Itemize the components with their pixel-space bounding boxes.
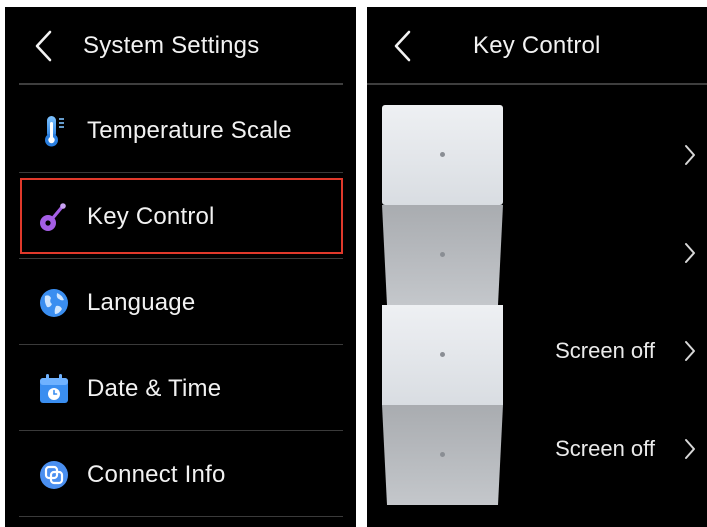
page-title: Key Control bbox=[473, 32, 601, 59]
system-settings-header: System Settings bbox=[5, 7, 356, 87]
thermometer-icon bbox=[45, 116, 64, 147]
calendar-clock-icon bbox=[40, 374, 68, 403]
page-title: System Settings bbox=[83, 32, 260, 59]
chevron-right-icon bbox=[685, 145, 695, 165]
menu-item-language[interactable]: Language bbox=[19, 259, 343, 345]
system-settings-screen: System Settings Temperature Scale Key Co… bbox=[5, 7, 356, 527]
header-divider bbox=[19, 83, 343, 85]
key-setting-row-3[interactable]: Screen off bbox=[517, 302, 707, 402]
menu-item-label: Connect Info bbox=[87, 461, 226, 488]
menu-item-connect-info[interactable]: Connect Info bbox=[19, 431, 343, 517]
connect-info-icon bbox=[40, 461, 68, 489]
key-dot bbox=[440, 152, 445, 157]
key-dot bbox=[440, 452, 445, 457]
header-divider bbox=[367, 83, 707, 85]
chevron-right-icon bbox=[685, 341, 695, 361]
key-segment-1[interactable] bbox=[382, 105, 503, 205]
key-setting-row-2[interactable] bbox=[517, 204, 707, 304]
key-setting-value: Screen off bbox=[555, 338, 655, 363]
chevron-right-icon bbox=[685, 439, 695, 459]
key-segment-2[interactable] bbox=[382, 205, 503, 305]
device-key-diagram bbox=[382, 105, 503, 505]
key-setting-row-4[interactable]: Screen off bbox=[517, 400, 707, 500]
key-control-header: Key Control bbox=[367, 7, 707, 87]
back-arrow-icon[interactable] bbox=[32, 29, 56, 63]
item-divider bbox=[19, 516, 343, 517]
menu-item-date-time[interactable]: Date & Time bbox=[19, 345, 343, 431]
key-dot bbox=[440, 352, 445, 357]
menu-item-label: Key Control bbox=[87, 203, 215, 230]
key-dot bbox=[440, 252, 445, 257]
key-segment-3[interactable] bbox=[382, 305, 503, 405]
back-arrow-icon[interactable] bbox=[391, 29, 415, 63]
chevron-right-icon bbox=[685, 243, 695, 263]
key-control-screen: Key Control Screen off Screen off bbox=[367, 7, 707, 527]
menu-item-label: Temperature Scale bbox=[87, 117, 292, 144]
menu-item-label: Date & Time bbox=[87, 375, 222, 402]
menu-item-label: Language bbox=[87, 289, 196, 316]
key-setting-row-1[interactable] bbox=[517, 106, 707, 206]
key-setting-value: Screen off bbox=[555, 436, 655, 461]
key-segment-4[interactable] bbox=[382, 405, 503, 505]
guitar-key-icon bbox=[40, 203, 66, 231]
menu-item-key-control[interactable]: Key Control bbox=[19, 173, 343, 259]
menu-item-temperature-scale[interactable]: Temperature Scale bbox=[19, 87, 343, 173]
globe-icon bbox=[40, 289, 68, 317]
